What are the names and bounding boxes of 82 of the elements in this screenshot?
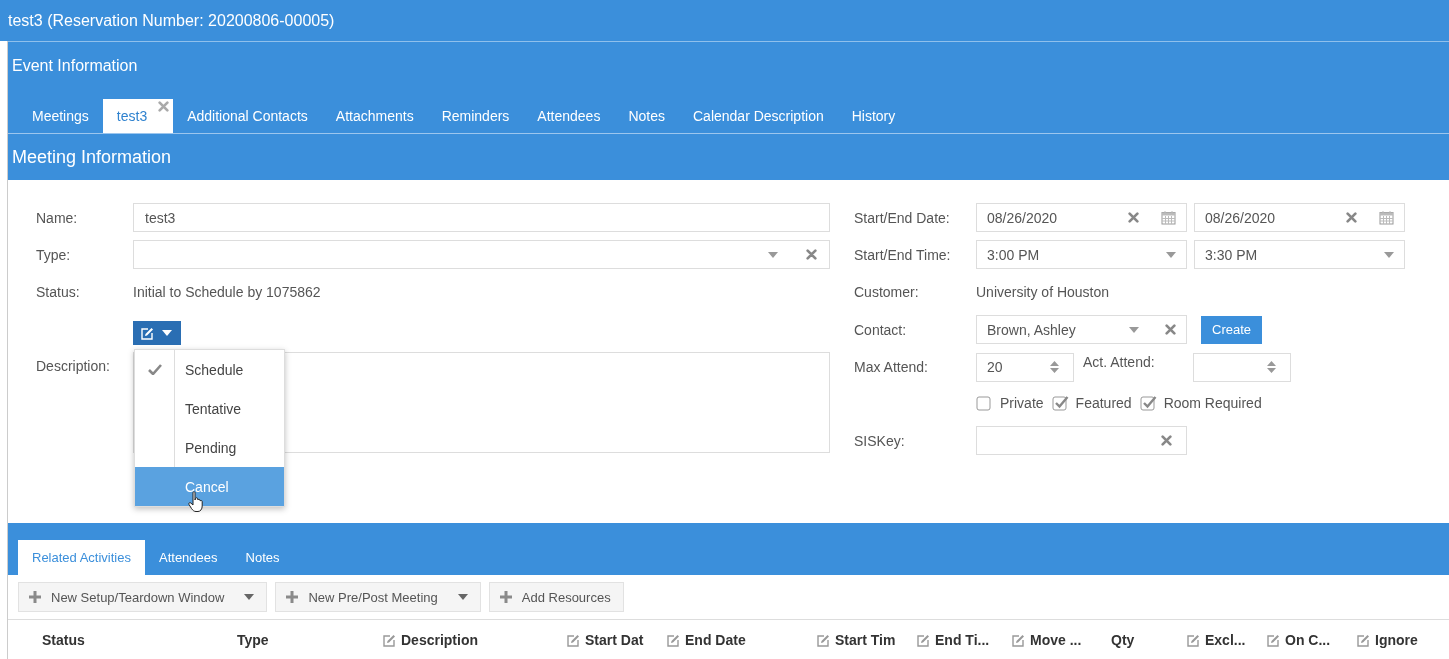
caret-icon xyxy=(1129,326,1139,333)
field-label: Status: xyxy=(36,284,81,300)
edit-icon xyxy=(816,633,830,647)
edit-icon xyxy=(140,326,154,340)
tab[interactable]: test3 xyxy=(102,99,174,133)
customer-name: University of Houston xyxy=(976,284,1110,300)
field-label: Contact: xyxy=(854,321,908,338)
clear-icon[interactable] xyxy=(1346,212,1357,223)
column-header[interactable]: Ignore xyxy=(1354,620,1439,659)
field-label: Description: xyxy=(36,357,111,374)
number-field[interactable] xyxy=(1193,352,1291,382)
contact-dropdown[interactable]: Brown, Ashley xyxy=(976,315,1187,344)
date-field[interactable]: 08/26/2020 xyxy=(976,203,1187,232)
column-header[interactable]: On C... xyxy=(1264,620,1354,659)
column-header[interactable]: Qty xyxy=(1109,620,1184,659)
column-header[interactable]: End Date xyxy=(664,620,814,659)
spinner-icon[interactable] xyxy=(1050,361,1059,373)
clear-icon[interactable] xyxy=(1128,212,1139,223)
caret-icon xyxy=(1384,251,1394,258)
caret-icon xyxy=(162,330,172,336)
checkbox-label: Featured xyxy=(1075,395,1132,411)
window-title: test3 (Reservation Number: 20200806-00005) xyxy=(0,0,1449,41)
field-label: Customer: xyxy=(854,284,920,300)
close-icon[interactable] xyxy=(158,101,170,112)
edit-icon xyxy=(382,633,396,647)
checkbox[interactable] xyxy=(1051,394,1070,412)
column-header[interactable]: Move ... xyxy=(1009,620,1109,659)
edit-icon xyxy=(1011,633,1025,647)
caret-icon xyxy=(768,251,778,258)
edit-icon xyxy=(566,633,580,647)
time-dropdown[interactable]: 3:30 PM xyxy=(1194,240,1405,269)
column-header[interactable]: Description xyxy=(380,620,564,659)
name-field[interactable]: test3 xyxy=(133,203,830,232)
column-header[interactable]: Start Tim xyxy=(814,620,914,659)
field-label: Start/End Date: xyxy=(854,209,951,226)
panel-header: Meeting Information xyxy=(8,134,1449,180)
field-label: Name: xyxy=(36,209,79,226)
spinner-icon[interactable] xyxy=(1267,361,1276,373)
field-label: Start/End Time: xyxy=(854,246,952,263)
plus-icon xyxy=(499,591,512,603)
toolbar-button[interactable]: Add Resources xyxy=(488,582,624,612)
clear-icon[interactable] xyxy=(1161,435,1172,446)
edit-icon xyxy=(1186,633,1200,647)
number-field[interactable]: 20 xyxy=(976,352,1074,382)
plus-icon xyxy=(286,591,299,603)
edit-icon xyxy=(1266,633,1280,647)
calendar-icon[interactable] xyxy=(1379,210,1394,225)
menu-item[interactable]: Schedule xyxy=(135,350,284,389)
checkbox[interactable] xyxy=(1139,394,1158,412)
field-label: Type: xyxy=(36,246,72,263)
column-header[interactable]: Excl... xyxy=(1184,620,1264,659)
field-label: Max Attend: xyxy=(854,359,929,375)
field-label: Act. Attend: xyxy=(1082,353,1156,370)
edit-icon xyxy=(666,633,680,647)
column-header[interactable]: Type xyxy=(235,620,380,659)
plus-icon xyxy=(29,591,41,603)
checkbox-label: Private xyxy=(1000,395,1044,411)
caret-icon xyxy=(1166,251,1176,258)
clear-icon[interactable] xyxy=(1165,324,1176,335)
siskey-field[interactable] xyxy=(976,426,1187,455)
menu-item[interactable]: Tentative xyxy=(135,389,284,428)
column-header[interactable]: Start Dat xyxy=(564,620,664,659)
clear-icon[interactable] xyxy=(806,249,817,260)
toolbar-button[interactable]: New Setup/Teardown Window xyxy=(18,582,268,612)
column-header[interactable]: End Ti... xyxy=(914,620,1009,659)
date-field[interactable]: 08/26/2020 xyxy=(1194,203,1405,232)
caret-icon xyxy=(244,594,255,600)
edit-icon xyxy=(1356,633,1370,647)
section-header: Event Information xyxy=(8,41,1449,90)
tab[interactable]: Related Activities xyxy=(18,540,145,575)
check-icon xyxy=(147,364,162,375)
calendar-icon[interactable] xyxy=(1161,210,1176,225)
toolbar-button[interactable]: New Pre/Post Meeting xyxy=(275,582,481,612)
field-label: SISKey: xyxy=(854,432,906,449)
time-dropdown[interactable]: 3:00 PM xyxy=(976,240,1187,269)
caret-icon xyxy=(457,594,468,600)
checkbox-label: Room Required xyxy=(1163,395,1262,411)
edit-icon xyxy=(916,633,930,647)
status-text: Initial to Schedule by 1075862 xyxy=(133,284,321,300)
column-header[interactable]: Status xyxy=(40,620,235,659)
checkbox[interactable] xyxy=(976,394,994,412)
status-edit-button[interactable] xyxy=(133,321,181,345)
